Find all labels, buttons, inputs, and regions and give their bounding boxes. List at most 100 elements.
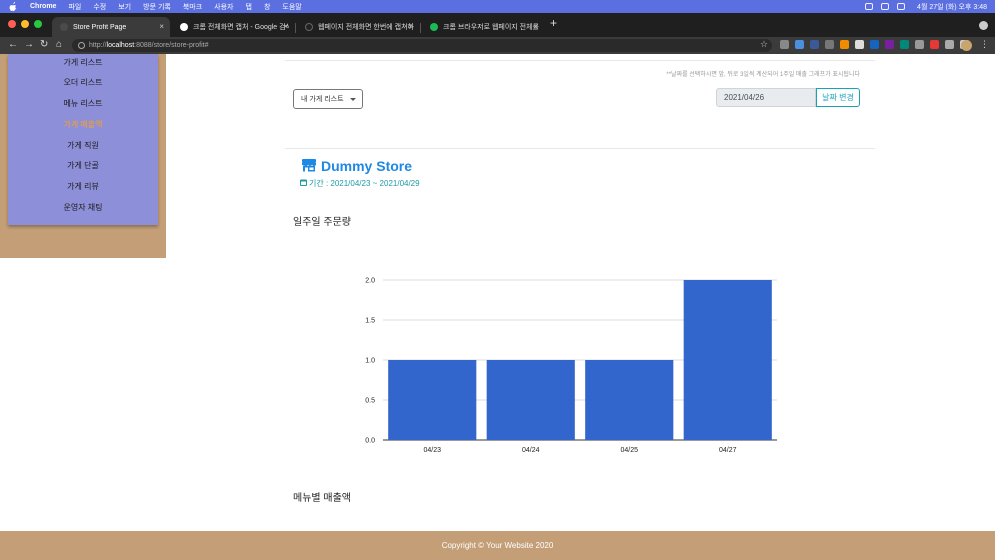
bar[interactable]	[683, 280, 772, 440]
home-icon[interactable]: ⌂	[56, 39, 62, 51]
extensions-puzzle-icon[interactable]	[945, 40, 954, 49]
tab-close-icon[interactable]: ×	[533, 22, 538, 31]
mac-menubar: Chrome 파일 수정 보기 방문 기록 북마크 사용자 탭 창 도움말 4월…	[0, 0, 995, 13]
store-icon	[302, 159, 316, 172]
zoom-window-icon[interactable]	[34, 20, 42, 28]
menubar-status-area: 4월 27일 (화) 오후 3:48	[865, 0, 987, 13]
tab-close-icon[interactable]: ×	[283, 22, 288, 31]
extension-icon[interactable]	[780, 40, 789, 49]
menu-app-name[interactable]: Chrome	[30, 3, 56, 10]
menu-tab[interactable]: 탭	[246, 2, 252, 12]
browser-tab[interactable]: 크롬 전체화면 캡처 - Google 검색 ×	[172, 17, 294, 37]
menu-bookmarks[interactable]: 북마크	[183, 2, 202, 12]
browser-tab-strip: Store Profit Page × 크롬 전체화면 캡처 - Google …	[0, 13, 995, 37]
caret-down-icon	[349, 97, 356, 101]
site-info-icon[interactable]	[78, 42, 85, 49]
url-path: :8088/store/store-profit#	[134, 42, 209, 49]
x-tick-label: 04/27	[719, 447, 737, 454]
sidebar-item-admin-chat[interactable]: 운영자 채팅	[8, 202, 158, 213]
browser-tab[interactable]: 크롬 브라우저로 웹페이지 전체를 한 번 ×	[422, 17, 544, 37]
x-tick-label: 04/24	[522, 447, 540, 454]
profile-avatar[interactable]	[961, 40, 972, 51]
apple-icon[interactable]	[8, 2, 18, 11]
extension-icon[interactable]	[930, 40, 939, 49]
calendar-icon	[300, 179, 307, 186]
back-arrow-icon[interactable]: ←	[8, 39, 18, 51]
browser-tab[interactable]: 웹페이지 전체화면 한번에 캡쳐하기(크 ×	[297, 17, 419, 37]
menu-help[interactable]: 도움말	[282, 2, 301, 12]
extension-icon[interactable]	[915, 40, 924, 49]
divider	[285, 148, 875, 149]
menu-history[interactable]: 방문 기록	[143, 2, 171, 12]
page-favicon-icon	[430, 23, 438, 31]
menubar-clock[interactable]: 4월 27일 (화) 오후 3:48	[917, 2, 987, 12]
reload-icon[interactable]: ↻	[40, 39, 48, 51]
page-content: 가게 리스트 오더 리스트 메뉴 리스트 가게 매출액 가게 직원 가게 단골 …	[0, 54, 995, 560]
menu-profiles[interactable]: 사용자	[214, 2, 233, 12]
y-tick-label: 0.0	[365, 438, 375, 445]
tab-search-icon[interactable]	[979, 21, 988, 30]
browser-tab-active[interactable]: Store Profit Page ×	[52, 17, 170, 37]
date-input[interactable]: 2021/04/26	[716, 88, 816, 107]
menu-file[interactable]: 파일	[68, 2, 81, 12]
bar[interactable]	[388, 360, 477, 440]
extension-icon[interactable]	[885, 40, 894, 49]
close-window-icon[interactable]	[8, 20, 16, 28]
screen: Chrome 파일 수정 보기 방문 기록 북마크 사용자 탭 창 도움말 4월…	[0, 0, 995, 560]
search-icon[interactable]	[881, 3, 890, 10]
menu-sales-heading: 메뉴별 매출액	[293, 493, 351, 504]
wifi-icon[interactable]	[865, 3, 874, 10]
forward-arrow-icon[interactable]: →	[24, 39, 34, 51]
new-tab-icon[interactable]: +	[550, 16, 557, 30]
menu-view[interactable]: 보기	[118, 2, 131, 12]
menu-window[interactable]: 창	[264, 2, 270, 12]
sidebar-item-regulars[interactable]: 가게 단골	[8, 160, 158, 171]
weekly-orders-heading: 일주일 주문량	[293, 217, 351, 228]
y-tick-label: 2.0	[365, 278, 375, 285]
tab-title: Store Profit Page	[73, 23, 127, 31]
address-bar[interactable]: http://localhost:8088/store/store-profit…	[72, 39, 772, 52]
x-tick-label: 04/25	[620, 447, 638, 454]
store-select-label: 내 가게 리스트	[301, 96, 344, 103]
extension-icon[interactable]	[840, 40, 849, 49]
extension-icon[interactable]	[825, 40, 834, 49]
sidebar-item-store-staff[interactable]: 가게 직원	[8, 140, 158, 151]
divider	[285, 60, 875, 61]
tab-title: 웹페이지 전체화면 한번에 캡쳐하기(크	[318, 24, 414, 31]
chrome-menu-icon[interactable]: ⋮	[980, 39, 989, 50]
footer-copyright: Copyright © Your Website 2020	[441, 541, 554, 550]
change-date-button[interactable]: 날짜 변경	[816, 88, 860, 107]
store-name: Dummy Store	[321, 158, 413, 174]
minimize-window-icon[interactable]	[21, 20, 29, 28]
date-hint-text: **날짜를 선택하시면 앞, 뒤로 3일씩 계산되어 1주일 매출 그래프가 표…	[666, 72, 860, 78]
google-favicon-icon	[180, 23, 188, 31]
bar[interactable]	[486, 360, 575, 440]
control-center-icon[interactable]	[897, 3, 906, 10]
sidebar-menu: 가게 리스트 오더 리스트 메뉴 리스트 가게 매출액 가게 직원 가게 단골 …	[8, 54, 158, 225]
store-select-dropdown[interactable]: 내 가게 리스트	[293, 89, 363, 109]
extension-icon[interactable]	[810, 40, 819, 49]
tab-title: 크롬 브라우저로 웹페이지 전체를 한 번	[443, 24, 539, 31]
tab-title: 크롬 전체화면 캡처 - Google 검색	[193, 24, 289, 31]
url-scheme: http://	[89, 42, 107, 49]
extension-icon[interactable]	[855, 40, 864, 49]
extensions-area	[780, 40, 969, 49]
download-icon[interactable]	[795, 40, 804, 49]
weekly-orders-chart: 0.0 0.5 1.0 1.5 2.0 04/23 04/24 04/25 04/27	[365, 278, 777, 454]
sidebar-item-order-list[interactable]: 오더 리스트	[8, 77, 158, 88]
tab-close-icon[interactable]: ×	[408, 22, 413, 31]
x-tick-label: 04/23	[423, 447, 441, 454]
extension-icon[interactable]	[900, 40, 909, 49]
sidebar-item-reviews[interactable]: 가게 리뷰	[8, 181, 158, 192]
bar[interactable]	[585, 360, 674, 440]
sidebar-item-menu-list[interactable]: 메뉴 리스트	[8, 98, 158, 109]
tab-favicon-icon	[60, 23, 68, 31]
bookmark-star-icon[interactable]: ☆	[760, 39, 768, 50]
window-controls	[8, 20, 42, 28]
sidebar-item-store-profit[interactable]: 가게 매출액	[8, 119, 158, 130]
menu-edit[interactable]: 수정	[93, 2, 106, 12]
sidebar-item-store-list[interactable]: 가게 리스트	[8, 57, 158, 68]
extension-icon[interactable]	[870, 40, 879, 49]
tab-close-icon[interactable]: ×	[159, 22, 164, 31]
date-range-text: 기간 : 2021/04/23 ~ 2021/04/29	[309, 179, 420, 188]
